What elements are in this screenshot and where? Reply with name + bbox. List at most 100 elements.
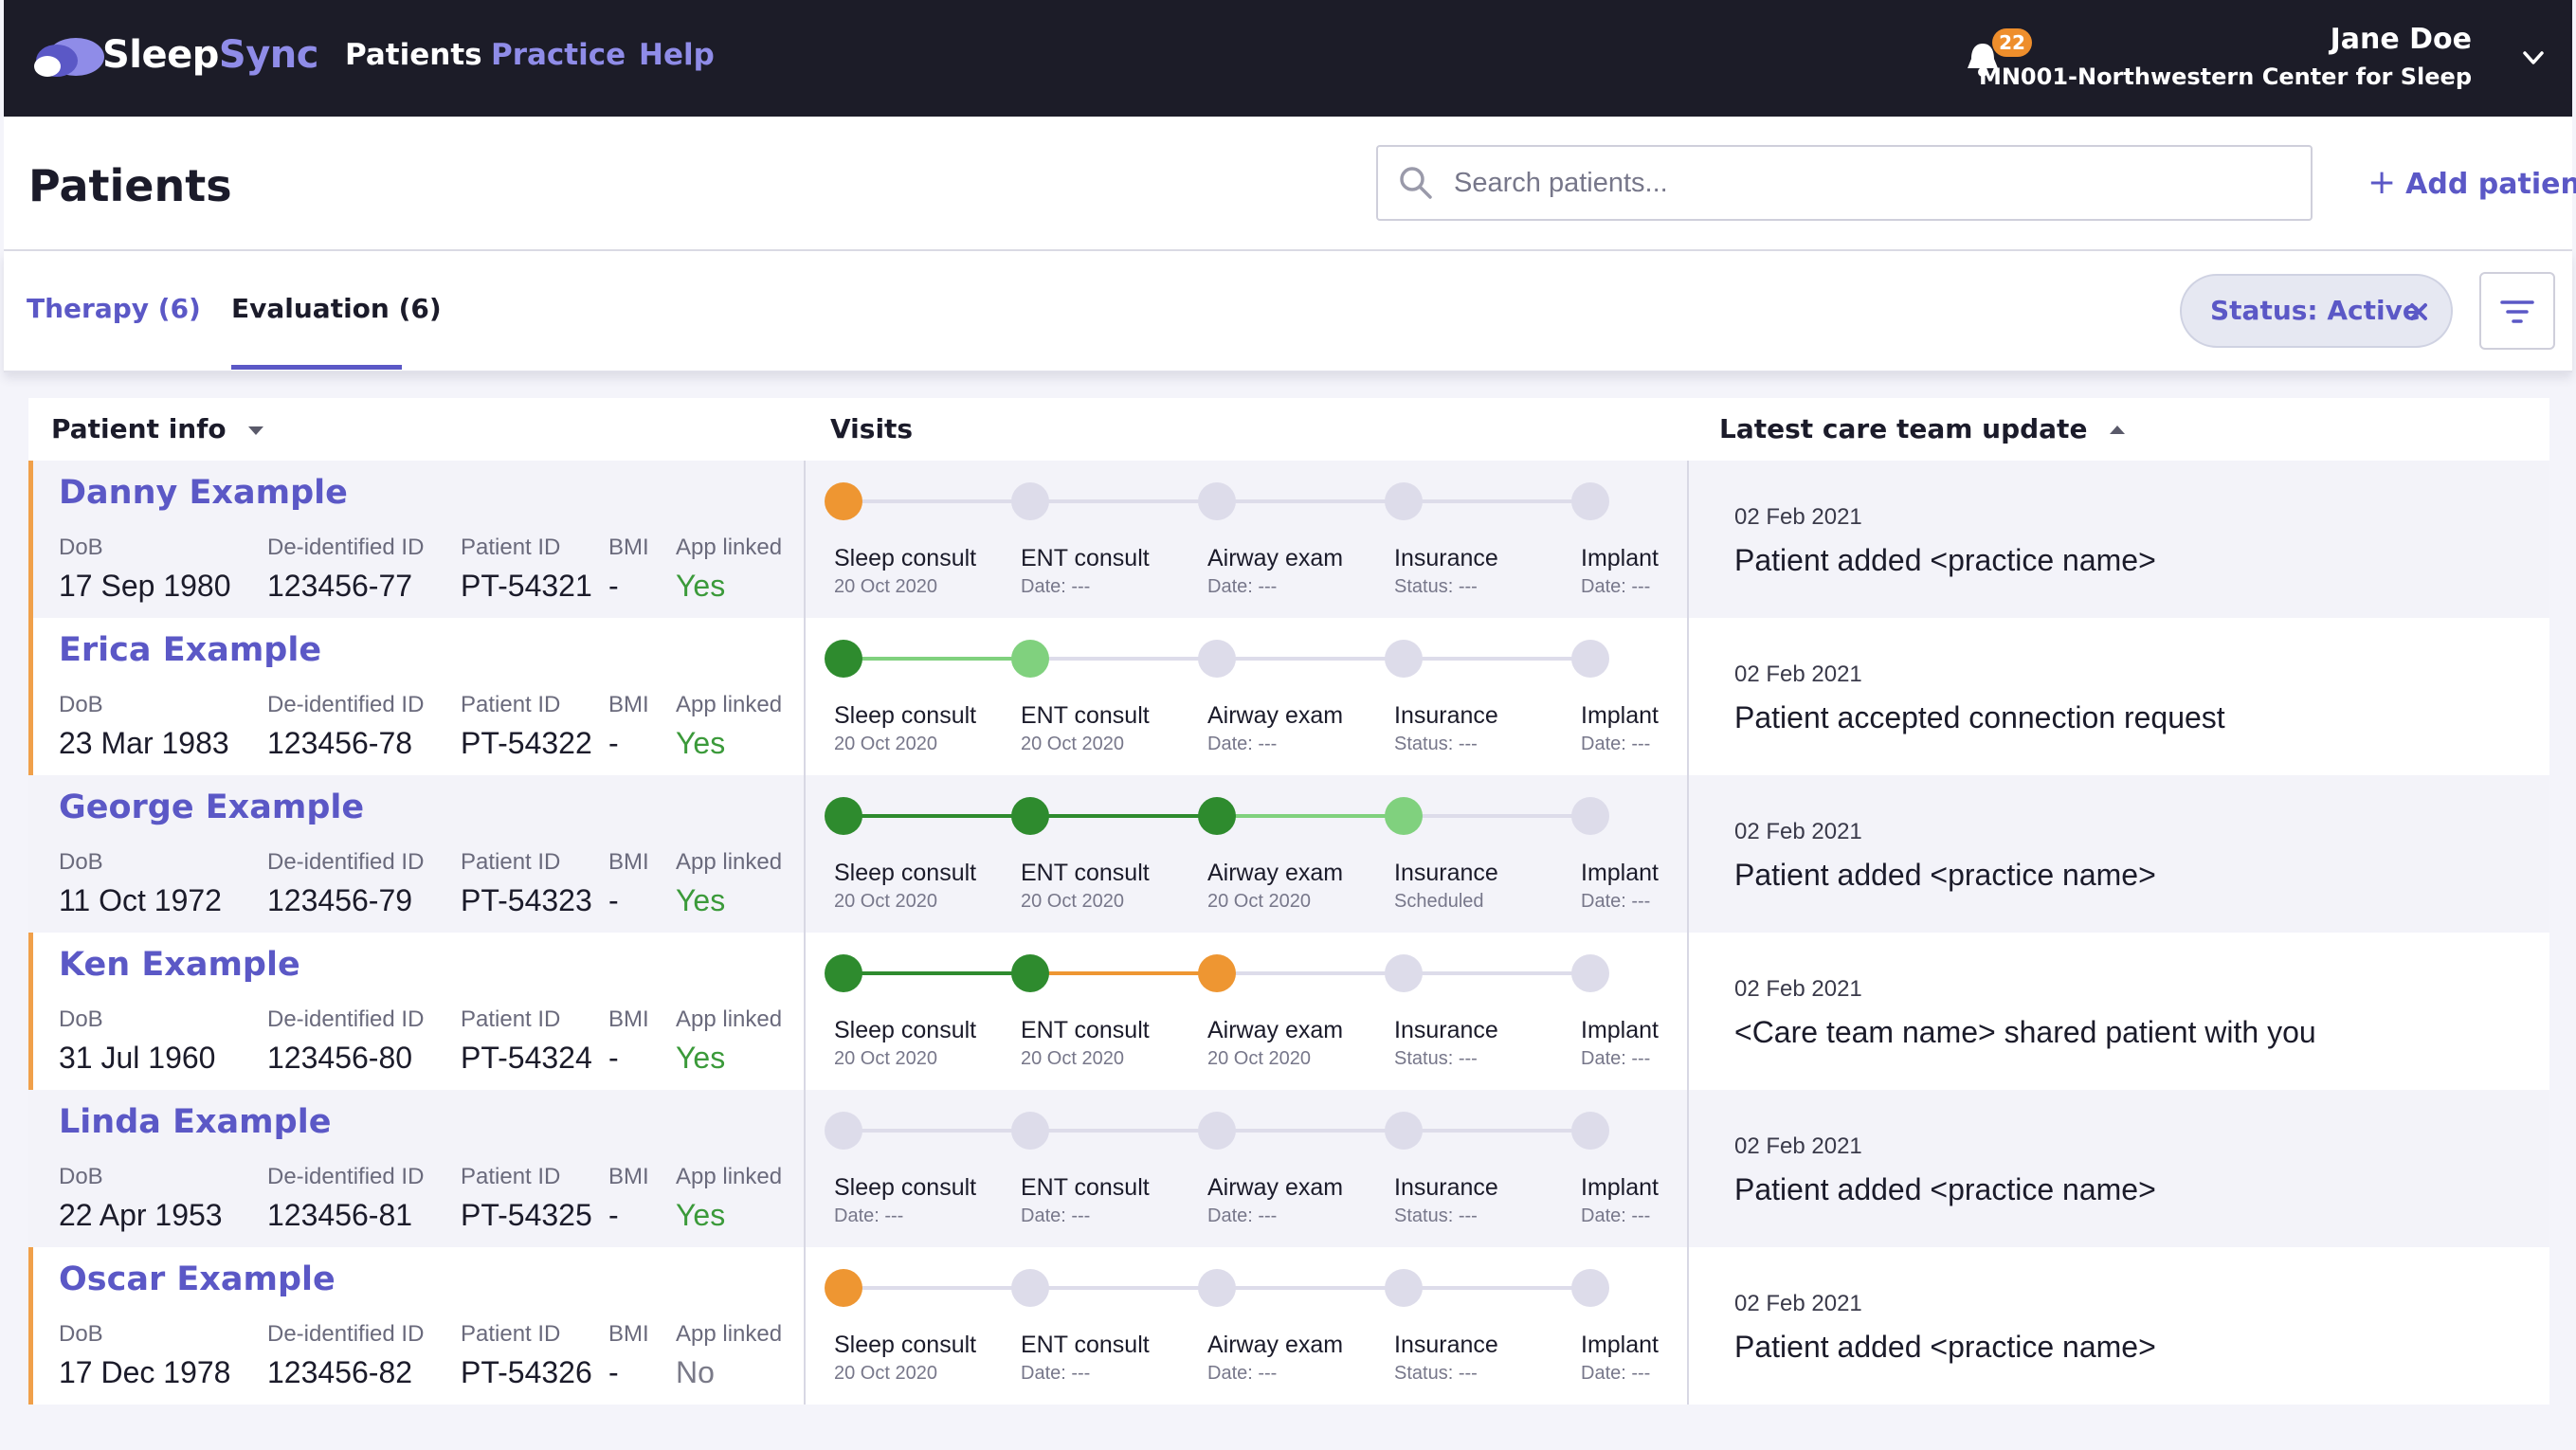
- caret-down-icon[interactable]: [246, 424, 265, 437]
- visit-status-dot[interactable]: [825, 954, 862, 992]
- field-value: PT-54326: [461, 1355, 592, 1389]
- visit-status-dot[interactable]: [1198, 1112, 1236, 1150]
- table-row[interactable]: Oscar Example DoB 17 Dec 1978 De-identified…: [28, 1247, 2549, 1405]
- visit-status-dot[interactable]: [1385, 482, 1423, 520]
- field-dob: DoB 17 Sep 1980: [59, 533, 231, 605]
- visit-status-dot[interactable]: [825, 482, 862, 520]
- visit-status-dot[interactable]: [825, 797, 862, 835]
- visit-status-dot[interactable]: [1011, 482, 1049, 520]
- timeline-connector: [844, 814, 1030, 818]
- visit-status-dot[interactable]: [1385, 954, 1423, 992]
- visit-status-dot[interactable]: [1198, 797, 1236, 835]
- field-bmi: BMI -: [608, 533, 649, 605]
- visit-status-dot[interactable]: [1198, 1269, 1236, 1307]
- table-row[interactable]: Ken Example DoB 31 Jul 1960 De-identified I…: [28, 933, 2549, 1090]
- visit-status-dot[interactable]: [1571, 797, 1609, 835]
- visit-status-dot[interactable]: [1198, 640, 1236, 678]
- patient-name-link[interactable]: Linda Example: [59, 1099, 331, 1145]
- visit-date: Date: ---: [1207, 576, 1278, 597]
- visit-status-dot[interactable]: [825, 1269, 862, 1307]
- patient-name-link[interactable]: Erica Example: [59, 627, 321, 673]
- field-value: PT-54322: [461, 726, 592, 760]
- visit-status-dot[interactable]: [1011, 797, 1049, 835]
- visit-status-dot[interactable]: [1571, 1269, 1609, 1307]
- field-label: DoB: [59, 849, 103, 875]
- visit-status-dot[interactable]: [825, 1112, 862, 1150]
- visit-date: Date: ---: [1581, 734, 1651, 754]
- app-logo-text[interactable]: SleepSync: [102, 28, 319, 82]
- field-app: App linked Yes: [676, 690, 782, 762]
- tab-therapy[interactable]: Therapy (6): [27, 289, 201, 329]
- field-value: 123456-82: [267, 1355, 413, 1389]
- visit-status-dot[interactable]: [1011, 1269, 1049, 1307]
- visit-status-dot[interactable]: [1011, 954, 1049, 992]
- visit-status-dot[interactable]: [1198, 954, 1236, 992]
- user-name[interactable]: Jane Doe: [2331, 21, 2472, 59]
- visit-status-dot[interactable]: [1011, 1112, 1049, 1150]
- filter-button[interactable]: [2479, 272, 2555, 350]
- visit-status-dot[interactable]: [1385, 797, 1423, 835]
- visits-cell: Sleep consult 20 Oct 2020 ENT consult 20 Oc…: [804, 618, 1689, 775]
- field-value: 17 Dec 1978: [59, 1355, 231, 1389]
- visit-date: Date: ---: [1021, 576, 1091, 597]
- add-patient-button[interactable]: + Add patient: [2367, 162, 2576, 204]
- field-label: Patient ID: [461, 692, 561, 717]
- patient-info-cell: George Example DoB 11 Oct 1972 De-identifie…: [28, 775, 804, 933]
- patient-name-link[interactable]: Danny Example: [59, 470, 348, 516]
- status-filter-chip[interactable]: Status: Active: [2180, 274, 2453, 348]
- search-icon: [1400, 167, 1432, 199]
- field-label: De-identified ID: [267, 1006, 425, 1032]
- column-header-latest-update[interactable]: Latest care team update: [1719, 409, 2127, 449]
- patient-name-link[interactable]: Ken Example: [59, 942, 300, 988]
- visit-status-dot[interactable]: [1571, 954, 1609, 992]
- visit-date: Status: ---: [1394, 1205, 1478, 1226]
- field-pid: Patient ID PT-54325: [461, 1162, 592, 1234]
- timeline-connector: [1030, 657, 1217, 661]
- table-row[interactable]: George Example DoB 11 Oct 1972 De-identifie…: [28, 775, 2549, 933]
- timeline-connector: [1030, 1286, 1217, 1290]
- column-header-patient-info[interactable]: Patient info: [51, 409, 265, 449]
- search-input[interactable]: [1454, 162, 2288, 204]
- visit-status-dot[interactable]: [1571, 1112, 1609, 1150]
- timeline-connector: [1217, 499, 1404, 503]
- nav-practice[interactable]: Practice: [491, 34, 626, 76]
- table-row[interactable]: Linda Example DoB 22 Apr 1953 De-identified…: [28, 1090, 2549, 1247]
- field-label: BMI: [608, 1006, 649, 1032]
- close-icon[interactable]: [2405, 299, 2432, 325]
- tab-evaluation[interactable]: Evaluation (6): [231, 289, 442, 329]
- visit-timeline: Sleep consult 20 Oct 2020 ENT consult Date:…: [806, 1247, 1691, 1405]
- visit-date: 20 Oct 2020: [834, 1363, 937, 1384]
- search-box[interactable]: [1376, 145, 2313, 221]
- table-row[interactable]: Danny Example DoB 17 Sep 1980 De-identified…: [28, 461, 2549, 618]
- field-value: PT-54323: [461, 883, 592, 917]
- timeline-connector: [844, 971, 1030, 975]
- user-organization[interactable]: MN001-Northwestern Center for Sleep: [1979, 61, 2472, 93]
- timeline-connector: [1217, 1129, 1404, 1133]
- caret-up-icon[interactable]: [2108, 424, 2127, 437]
- table-row[interactable]: Erica Example DoB 23 Mar 1983 De-identified…: [28, 618, 2549, 775]
- visit-status-dot[interactable]: [1011, 640, 1049, 678]
- field-value: -: [608, 1198, 619, 1232]
- visit-status-dot[interactable]: [1385, 1112, 1423, 1150]
- visit-status-dot[interactable]: [1385, 1269, 1423, 1307]
- plus-icon: +: [2367, 163, 2397, 202]
- visit-status-dot[interactable]: [1385, 640, 1423, 678]
- field-value: No: [676, 1355, 715, 1389]
- notification-badge[interactable]: 22: [1992, 28, 2032, 57]
- visit-status-dot[interactable]: [1571, 640, 1609, 678]
- cloud-logo-icon[interactable]: [28, 28, 112, 78]
- nav-help[interactable]: Help: [639, 34, 715, 76]
- visit-status-dot[interactable]: [1571, 482, 1609, 520]
- patient-name-link[interactable]: Oscar Example: [59, 1257, 336, 1302]
- patient-name-link[interactable]: George Example: [59, 785, 364, 830]
- field-dob: DoB 22 Apr 1953: [59, 1162, 223, 1234]
- chevron-down-icon[interactable]: [2519, 44, 2548, 72]
- nav-patients[interactable]: Patients: [345, 34, 482, 76]
- visit-date: Date: ---: [1581, 1048, 1651, 1069]
- visit-status-dot[interactable]: [1198, 482, 1236, 520]
- visit-status-dot[interactable]: [825, 640, 862, 678]
- latest-update-cell: 02 Feb 2021 Patient added <practice name>: [1689, 1090, 2549, 1247]
- field-pid: Patient ID PT-54324: [461, 1005, 592, 1077]
- field-label: DoB: [59, 1164, 103, 1189]
- field-label: De-identified ID: [267, 849, 425, 875]
